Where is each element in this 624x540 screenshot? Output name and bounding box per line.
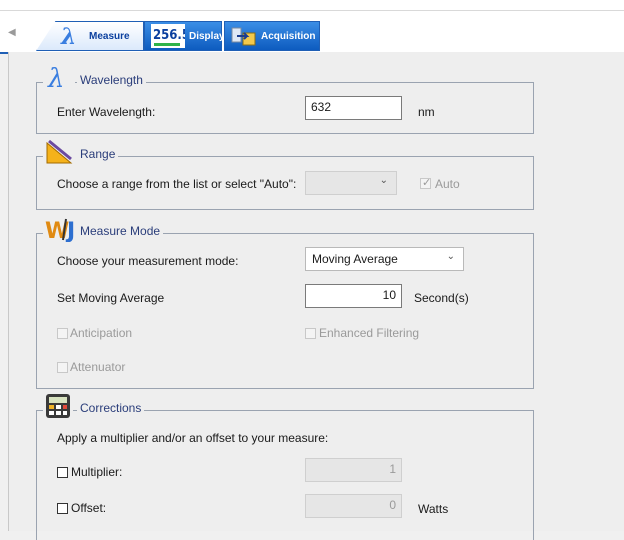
tab-acquisition[interactable]: Acquisition: [224, 21, 320, 51]
anticipation-label: Anticipation: [70, 326, 133, 340]
corrections-title: Corrections: [77, 401, 145, 415]
corrections-group: Corrections Apply a multiplier and/or an…: [36, 393, 534, 540]
corrections-prompt: Apply a multiplier and/or an offset to y…: [57, 431, 329, 445]
measure-mode-selected: Moving Average: [312, 252, 398, 266]
top-edge: [0, 0, 624, 10]
tab-display[interactable]: 256.5 Display: [144, 21, 225, 51]
moving-average-input[interactable]: 10: [305, 284, 402, 308]
range-prompt: Choose a range from the list or select "…: [57, 177, 297, 191]
offset-label: Offset:: [71, 501, 107, 515]
chevron-down-icon: ⌄: [446, 251, 455, 262]
range-title: Range: [77, 147, 119, 161]
auto-label: Auto: [435, 177, 460, 191]
tab-bar: ◀ λ Measure 256.5 Display: [0, 10, 624, 54]
attenuator-checkbox[interactable]: [57, 362, 68, 373]
range-select[interactable]: ⌄: [305, 171, 397, 195]
lambda-icon: λ: [59, 25, 85, 47]
wavelength-input[interactable]: 632: [305, 96, 402, 120]
offset-unit: Watts: [418, 502, 449, 516]
measure-mode-prompt: Choose your measurement mode:: [57, 254, 239, 268]
tab-display-label: Display: [189, 30, 225, 42]
wavelength-unit: nm: [418, 105, 435, 119]
enhanced-filtering-label: Enhanced Filtering: [319, 326, 420, 340]
tab-measure[interactable]: λ Measure: [36, 21, 144, 51]
tab-acquisition-label: Acquisition: [261, 30, 316, 42]
svg-text:λ: λ: [47, 65, 64, 93]
moving-average-unit: Second(s): [414, 291, 469, 305]
offset-checkbox[interactable]: [57, 503, 68, 514]
auto-checkbox[interactable]: [420, 176, 431, 189]
display-value-icon: 256.5: [151, 24, 185, 48]
measure-mode-title: Measure Mode: [77, 224, 164, 238]
anticipation-checkbox[interactable]: [57, 328, 68, 339]
measure-panel: λ Wavelength Enter Wavelength: 632 nm Ra…: [8, 52, 624, 540]
wavelength-group: λ Wavelength Enter Wavelength: 632 nm: [36, 64, 534, 134]
enter-wavelength-label: Enter Wavelength:: [57, 105, 156, 119]
offset-input[interactable]: 0: [305, 494, 402, 518]
enhanced-filtering-checkbox[interactable]: [305, 328, 316, 339]
multiplier-input[interactable]: 1: [305, 458, 402, 482]
multiplier-checkbox[interactable]: [57, 467, 68, 478]
display-icon-text: 256.5: [153, 28, 185, 43]
range-group: Range Choose a range from the list or se…: [36, 139, 534, 210]
lambda-icon: λ: [43, 64, 75, 96]
svg-text:λ: λ: [60, 25, 76, 47]
window: ◀ λ Measure 256.5 Display: [0, 0, 624, 540]
wavelength-title: Wavelength: [77, 73, 146, 87]
calculator-icon: [43, 393, 73, 422]
acquisition-icon: [231, 25, 257, 47]
moving-average-label: Set Moving Average: [57, 291, 165, 305]
measure-mode-group: W J Measure Mode Choose your measurement…: [36, 216, 534, 389]
range-icon: [43, 139, 77, 168]
measure-mode-icon: W J: [43, 216, 79, 245]
attenuator-label: Attenuator: [70, 360, 126, 374]
svg-text:J: J: [65, 219, 75, 242]
tab-measure-label: Measure: [89, 30, 130, 42]
scroll-left-icon[interactable]: ◀: [8, 27, 16, 38]
measure-mode-select[interactable]: Moving Average ⌄: [305, 247, 464, 271]
multiplier-label: Multiplier:: [71, 465, 123, 479]
chevron-down-icon: ⌄: [379, 175, 388, 186]
